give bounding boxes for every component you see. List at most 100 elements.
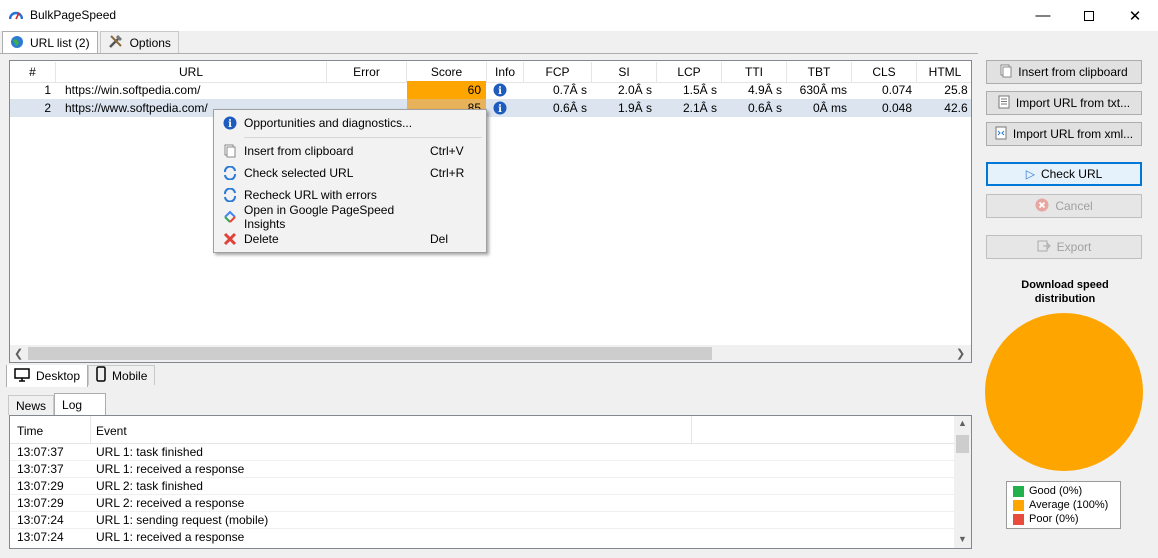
row-tbt: 630Â ms — [799, 83, 847, 97]
svg-text:i: i — [498, 104, 502, 115]
col-lcp[interactable]: LCP — [657, 62, 722, 82]
row-fcp: 0.6Â s — [552, 101, 587, 115]
button-label: Import URL from txt... — [1015, 96, 1131, 110]
col-tti[interactable]: TTI — [722, 62, 787, 82]
col-si[interactable]: SI — [592, 62, 657, 82]
row-num: 1 — [44, 83, 51, 97]
col-cls[interactable]: CLS — [852, 62, 917, 82]
vertical-scrollbar[interactable]: ▲ ▼ — [954, 416, 971, 548]
tab-url-list[interactable]: URL list (2) — [2, 31, 98, 54]
menu-label: Recheck URL with errors — [244, 188, 377, 202]
row-cls: 0.074 — [881, 83, 912, 97]
list-item[interactable]: 13:07:24 URL 1: received a response — [10, 529, 955, 546]
log-time: 13:07:37 — [17, 462, 64, 476]
log-panel: Time Event 13:07:37 URL 1: task finished… — [9, 415, 972, 549]
menu-shortcut: Ctrl+V — [430, 144, 464, 158]
cancel-icon — [1035, 198, 1049, 215]
row-si: 1.9Â s — [617, 101, 652, 115]
button-label: Insert from clipboard — [1018, 65, 1128, 79]
device-tabs: Desktop Mobile — [6, 365, 156, 387]
scroll-left-icon[interactable]: ❮ — [14, 347, 23, 360]
log-time: 13:07:29 — [17, 496, 64, 510]
tab-options[interactable]: Options — [99, 31, 179, 53]
globe-icon — [10, 35, 24, 52]
col-error[interactable]: Error — [327, 62, 407, 82]
url-table: # URL Error Score Info FCP SI LCP TTI TB… — [9, 60, 972, 363]
scroll-up-icon[interactable]: ▲ — [958, 418, 967, 428]
log-time: 13:07:24 — [17, 513, 64, 527]
clipboard-icon — [216, 144, 244, 158]
legend-label-average: Average (100%) — [1029, 499, 1109, 511]
mobile-icon — [96, 366, 106, 385]
list-item[interactable]: 13:07:24 URL 1: sending request (mobile) — [10, 512, 955, 529]
chart-title: Download speed distribution — [1021, 279, 1109, 305]
table-row[interactable]: 1 https://win.softpedia.com/ 60 i 0.7Â s… — [10, 81, 971, 99]
menu-item-open-pagespeed[interactable]: Open in Google PageSpeed Insights — [216, 203, 484, 231]
row-score: 60 — [407, 81, 486, 99]
insert-clipboard-button[interactable]: Insert from clipboard — [986, 60, 1142, 84]
close-button[interactable]: ✕ — [1112, 0, 1158, 31]
scroll-right-icon[interactable]: ❯ — [956, 347, 965, 360]
col-time[interactable]: Time — [17, 424, 43, 438]
tab-desktop[interactable]: Desktop — [6, 365, 89, 387]
refresh-icon — [216, 166, 244, 180]
col-html[interactable]: HTML — [917, 62, 971, 82]
export-button[interactable]: Export — [986, 235, 1142, 259]
menu-label: Opportunities and diagnostics... — [244, 116, 413, 130]
list-item[interactable]: 13:07:29 URL 2: received a response — [10, 495, 955, 512]
row-lcp: 1.5Â s — [682, 83, 717, 97]
row-cls: 0.048 — [881, 101, 912, 115]
menu-item-insert-clipboard[interactable]: Insert from clipboard Ctrl+V — [216, 140, 484, 162]
check-url-button[interactable]: ▷ Check URL — [986, 162, 1142, 186]
table-row[interactable]: 2 https://www.softpedia.com/ 85 i 0.6Â s… — [10, 99, 971, 119]
log-header: Time Event — [10, 416, 955, 444]
log-event: URL 1: received a response — [96, 530, 245, 544]
clipboard-icon — [1000, 64, 1012, 81]
log-event: URL 2: task finished — [96, 479, 203, 493]
row-error — [327, 81, 407, 99]
tab-mobile[interactable]: Mobile — [88, 365, 156, 385]
minimize-button[interactable]: — — [1020, 0, 1066, 31]
horizontal-scrollbar[interactable]: ❮ ❯ — [10, 345, 971, 362]
menu-label: Delete — [244, 232, 279, 246]
row-tti: 0.6Â s — [747, 101, 782, 115]
col-score[interactable]: Score — [407, 62, 487, 82]
tab-log[interactable]: Log — [54, 393, 107, 416]
menu-item-check-selected[interactable]: Check selected URL Ctrl+R — [216, 162, 484, 184]
menu-item-delete[interactable]: Delete Del — [216, 228, 484, 250]
title-bar: BulkPageSpeed — ✕ — [0, 0, 1158, 31]
list-item[interactable]: 13:07:37 URL 1: task finished — [10, 444, 955, 461]
legend-swatch-poor — [1013, 514, 1024, 525]
col-tbt[interactable]: TBT — [787, 62, 852, 82]
pie-chart — [985, 313, 1143, 471]
main-tabs: URL list (2) Options — [2, 31, 179, 54]
col-fcp[interactable]: FCP — [524, 62, 592, 82]
list-item[interactable]: 13:07:29 URL 2: task finished — [10, 478, 955, 495]
scroll-thumb[interactable] — [956, 435, 969, 453]
menu-separator — [244, 137, 482, 138]
col-event[interactable]: Event — [96, 424, 127, 438]
text-file-icon — [998, 95, 1010, 112]
col-url[interactable]: URL — [56, 62, 327, 82]
scroll-down-icon[interactable]: ▼ — [958, 534, 967, 544]
tab-news[interactable]: News — [8, 395, 55, 415]
menu-item-opportunities[interactable]: i Opportunities and diagnostics... — [216, 112, 484, 134]
cancel-button[interactable]: Cancel — [986, 194, 1142, 218]
row-url: https://win.softpedia.com/ — [65, 83, 201, 97]
import-txt-button[interactable]: Import URL from txt... — [986, 91, 1142, 115]
tab-label: Log — [62, 398, 83, 412]
info-icon[interactable]: i — [493, 101, 509, 119]
row-num: 2 — [44, 101, 51, 115]
legend-swatch-good — [1013, 486, 1024, 497]
maximize-button[interactable] — [1066, 0, 1112, 31]
col-info[interactable]: Info — [487, 62, 524, 82]
row-si: 2.0Â s — [617, 83, 652, 97]
list-item[interactable]: 13:07:37 URL 1: received a response — [10, 461, 955, 478]
menu-label: Open in Google PageSpeed Insights — [244, 203, 395, 231]
app-icon — [8, 8, 24, 25]
row-fcp: 0.7Â s — [552, 83, 587, 97]
button-label: Import URL from xml... — [1012, 127, 1134, 141]
scroll-thumb[interactable] — [28, 347, 712, 360]
import-xml-button[interactable]: Import URL from xml... — [986, 122, 1142, 146]
col-num[interactable]: # — [10, 62, 56, 82]
